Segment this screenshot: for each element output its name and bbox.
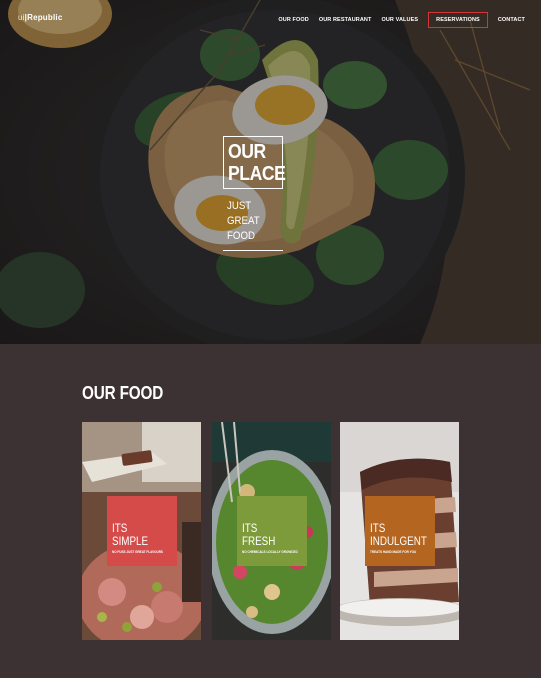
hero-sub-line1: JUST: [227, 200, 252, 212]
hero-subtitle: JUST GREAT FOOD: [223, 199, 283, 244]
nav-our-food[interactable]: OUR FOOD: [278, 13, 308, 27]
main-nav: OUR FOOD OUR RESTAURANT OUR VALUES RESER…: [268, 12, 525, 28]
site-logo[interactable]: ui|Republic: [18, 13, 62, 22]
hero-divider: [223, 250, 283, 251]
hero-tagline: OUR PLACE JUST GREAT FOOD: [223, 136, 286, 251]
nav-contact[interactable]: CONTACT: [498, 13, 525, 27]
hero-title-line2: PLACE: [228, 163, 286, 185]
card-label-simple: ITS SIMPLE NO FUSS JUST GREAT FLAVOURS: [107, 496, 177, 566]
nav-reservations-button[interactable]: RESERVATIONS: [428, 12, 488, 28]
hero-sub-line2: GREAT: [227, 215, 260, 227]
hero-sub-line3: FOOD: [227, 230, 255, 242]
card-label-indulgent: ITS INDULGENT TREATS HAND MADE FOR YOU: [365, 496, 435, 566]
hero-title-line1: OUR: [228, 141, 266, 163]
hero-title-box: OUR PLACE: [223, 136, 286, 189]
food-card-indulgent[interactable]: ITS INDULGENT TREATS HAND MADE FOR YOU: [340, 422, 459, 640]
section-heading: OUR FOOD: [82, 383, 164, 403]
nav-our-restaurant[interactable]: OUR RESTAURANT: [319, 13, 372, 27]
card-label-fresh: ITS FRESH NO CHEMICALS LOCALLY GROWCED: [237, 496, 307, 566]
hero-section: ui|Republic OUR FOOD OUR RESTAURANT OUR …: [0, 0, 541, 344]
nav-our-values[interactable]: OUR VALUES: [381, 13, 418, 27]
our-food-section: OUR FOOD ITS SIMPLE NO FUSS JUST GREAT F…: [0, 344, 541, 678]
food-card-simple[interactable]: ITS SIMPLE NO FUSS JUST GREAT FLAVOURS: [82, 422, 201, 640]
food-card-fresh[interactable]: ITS FRESH NO CHEMICALS LOCALLY GROWCED: [212, 422, 331, 640]
